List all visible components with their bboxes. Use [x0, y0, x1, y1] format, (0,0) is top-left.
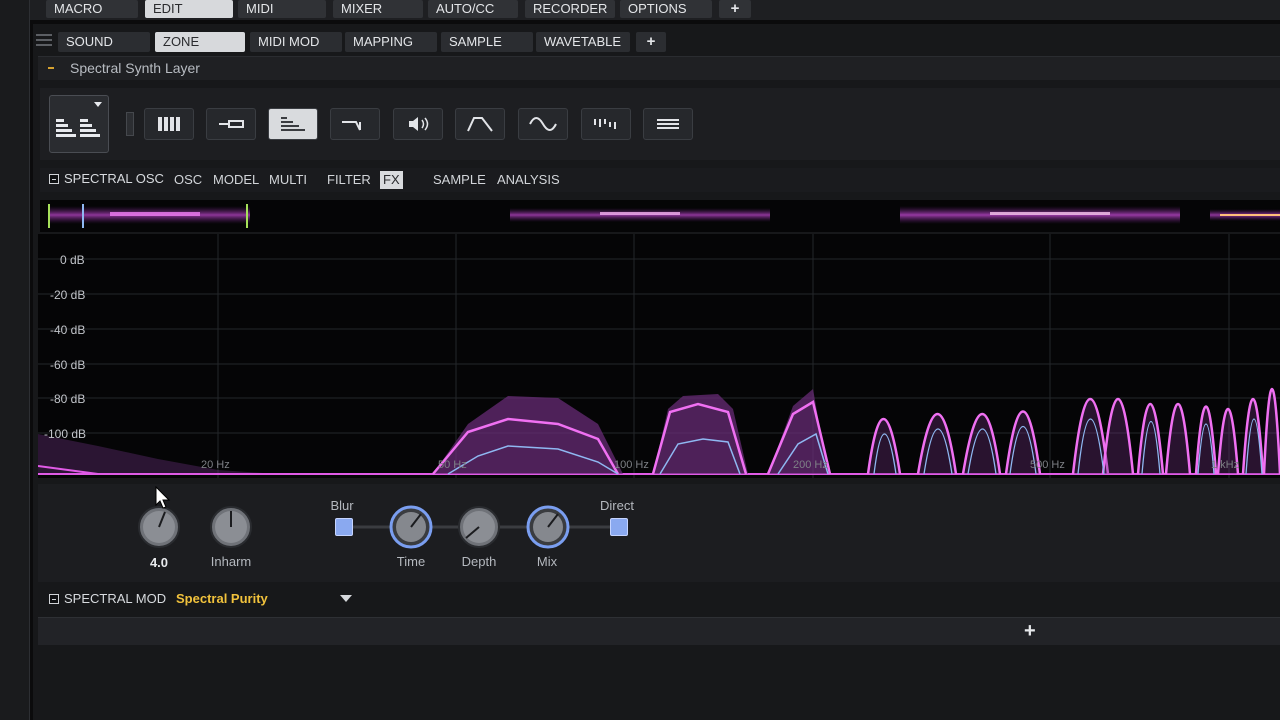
db-label-80: -80 dB [50, 392, 86, 406]
osc-tab-model[interactable]: MODEL [213, 171, 259, 189]
keyboard-icon[interactable] [144, 108, 194, 140]
spectral-osc-title: SPECTRAL OSC [64, 171, 164, 186]
inharm-label: Inharm [210, 554, 252, 569]
add-tab-button[interactable]: + [719, 0, 751, 18]
osc-tab-sample[interactable]: SAMPLE [433, 171, 486, 189]
spectral-osc-icon[interactable] [268, 108, 318, 140]
add-subtab-button[interactable]: + [636, 32, 666, 52]
filter-envelope-icon[interactable] [330, 108, 380, 140]
db-label-0: 0 dB [60, 253, 85, 267]
envelope-icon[interactable] [455, 108, 505, 140]
tab-options[interactable]: OPTIONS [620, 0, 712, 18]
knob-1-value: 4.0 [149, 555, 169, 570]
grip-icon[interactable] [36, 34, 52, 48]
hz-label-20: 20 Hz [201, 459, 230, 471]
direct-label: Direct [600, 498, 634, 513]
direct-button[interactable] [610, 518, 628, 536]
subtab-mapping[interactable]: MAPPING [345, 32, 437, 52]
spectral-layer-icon[interactable] [49, 95, 109, 153]
tab-edit[interactable]: EDIT [145, 0, 233, 18]
osc-tab-multi[interactable]: MULTI [269, 171, 307, 189]
amp-speaker-icon[interactable] [393, 108, 443, 140]
hz-label-1k: 1 kHz [1211, 459, 1240, 471]
add-module-row [38, 617, 1280, 645]
time-knob[interactable] [388, 504, 434, 550]
collapse-icon[interactable] [49, 174, 59, 184]
chevron-down-icon[interactable] [340, 595, 352, 602]
spectral-mod-select[interactable]: Spectral Purity [176, 591, 356, 609]
blur-button[interactable] [335, 518, 353, 536]
spectral-mod-collapse-icon[interactable] [49, 594, 59, 604]
tab-auto-cc[interactable]: AUTO/CC [428, 0, 518, 18]
hz-label-100: 100 Hz [614, 459, 649, 471]
mix-label: Mix [536, 554, 558, 569]
subtab-sample[interactable]: SAMPLE [441, 32, 533, 52]
osc-tab-fx[interactable]: FX [380, 171, 403, 189]
osc-tab-analysis[interactable]: ANALYSIS [497, 171, 560, 189]
lfo-sine-icon[interactable] [518, 108, 568, 140]
tab-mixer[interactable]: MIXER [333, 0, 423, 18]
layer-bar [38, 56, 1280, 80]
pitch-icon[interactable] [206, 108, 256, 140]
depth-knob[interactable] [456, 504, 502, 550]
blur-label: Blur [330, 498, 354, 513]
db-label-40: -40 dB [50, 323, 86, 337]
db-label-100: -100 dB [44, 427, 87, 441]
step-sequencer-icon[interactable] [581, 108, 631, 140]
hz-label-200: 200 Hz [793, 459, 828, 471]
subtab-midi-mod[interactable]: MIDI MOD [250, 32, 342, 52]
osc-tab-osc[interactable]: OSC [174, 171, 202, 189]
db-label-20: -20 dB [50, 288, 86, 302]
knob-1[interactable] [136, 504, 182, 550]
osc-tab-filter[interactable]: FILTER [327, 171, 371, 189]
tab-macro[interactable]: MACRO [46, 0, 138, 18]
spectrum-graph[interactable] [37, 234, 1280, 478]
subtab-zone[interactable]: ZONE [155, 32, 245, 52]
spectral-mod-title: SPECTRAL MOD [64, 591, 167, 606]
subtab-sound[interactable]: SOUND [58, 32, 150, 52]
layer-title: Spectral Synth Layer [70, 60, 200, 76]
tab-recorder[interactable]: RECORDER [525, 0, 615, 18]
subtab-wavetable[interactable]: WAVETABLE [536, 32, 630, 52]
add-module-button[interactable]: + [1024, 620, 1036, 643]
layer-indicator-icon [48, 67, 54, 69]
spectrogram-overview[interactable] [40, 200, 1280, 232]
tab-midi[interactable]: MIDI [238, 0, 326, 18]
db-label-60: -60 dB [50, 358, 86, 372]
hz-label-500: 500 Hz [1030, 459, 1065, 471]
mix-knob[interactable] [525, 504, 571, 550]
separator-handle[interactable] [126, 112, 134, 136]
inharm-knob[interactable] [208, 504, 254, 550]
hz-label-50: 50 Hz [438, 459, 467, 471]
list-icon[interactable] [643, 108, 693, 140]
left-rail [0, 0, 30, 720]
mouse-cursor-icon [155, 486, 171, 509]
